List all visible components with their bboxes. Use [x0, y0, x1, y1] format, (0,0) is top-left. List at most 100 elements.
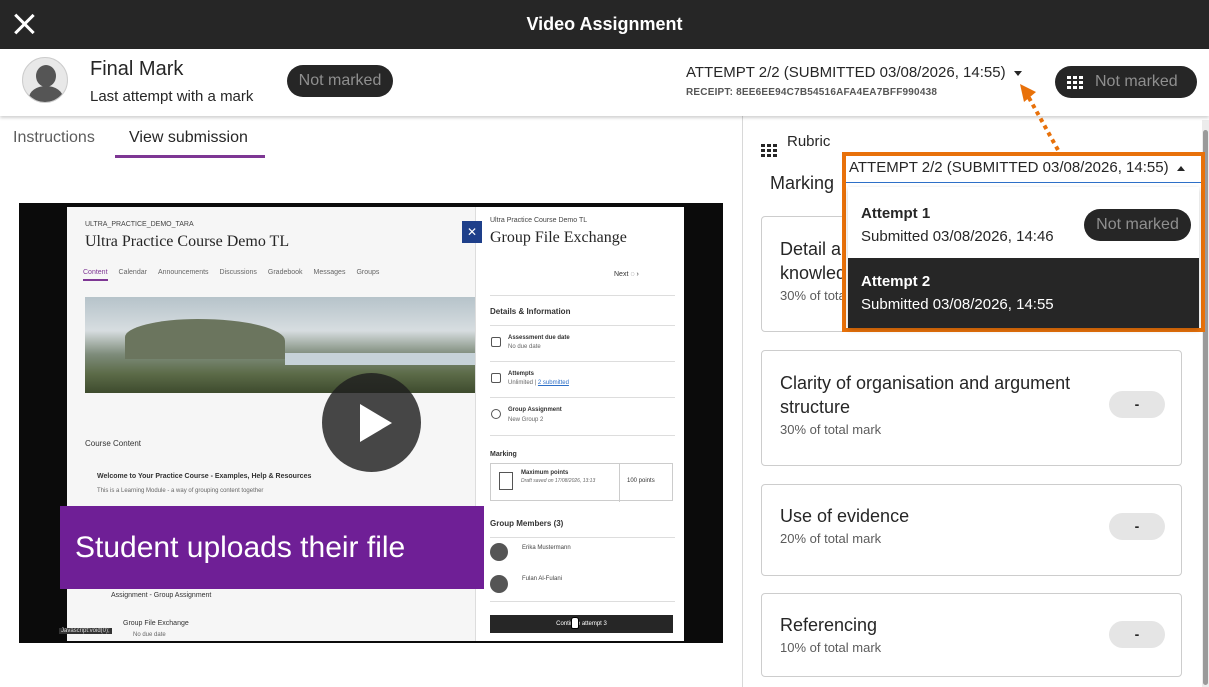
panel-marking-heading: Marking [490, 451, 517, 458]
attempt-option-title: Attempt 2 [861, 273, 931, 290]
criterion-name-line: Detail a [780, 239, 842, 259]
criterion-card[interactable]: Clarity of organisation and argument stru… [761, 350, 1182, 466]
criterion-name: Referencing [780, 615, 878, 635]
marking-heading: Marking [770, 173, 835, 193]
tab-instructions[interactable]: Instructions [13, 129, 95, 147]
video-welcome-item: Welcome to Your Practice Course - Exampl… [97, 473, 312, 480]
panel-max-points-label: Maximum points [521, 470, 569, 476]
rubric-grid-icon [761, 134, 777, 157]
video-file-exchange-item: Group File Exchange [123, 620, 189, 627]
video-course-title: Ultra Practice Course Demo TL [85, 233, 290, 250]
panel-divider [490, 435, 675, 436]
criterion-name: Clarity of organisation and argument stru… [780, 371, 1070, 419]
video-nav-item: Discussions [219, 269, 257, 276]
panel-divider [490, 397, 675, 398]
panel-divider [490, 325, 675, 326]
avatar-body [29, 86, 63, 102]
final-mark-status-badge: Not marked [287, 65, 393, 97]
panel-box-separator [619, 464, 620, 502]
annotation-arrow-icon [1020, 84, 1060, 151]
attempt-option-date: Submitted 03/08/2026, 14:46 [861, 228, 1054, 245]
grade-button[interactable]: Not marked [1055, 66, 1197, 98]
final-mark-title: Final Mark [90, 58, 184, 80]
panel-members-heading: Group Members (3) [490, 519, 564, 528]
final-mark-subtitle: Last attempt with a mark [90, 88, 254, 105]
panel-divider [490, 361, 675, 362]
rubric-link[interactable]: Rubric [787, 133, 830, 150]
criterion-card[interactable]: Use of evidence 20% of total mark - [761, 484, 1182, 576]
hand-cursor-icon [571, 617, 579, 629]
panel-attempts-label: Attempts [508, 371, 535, 377]
points-icon [499, 472, 513, 490]
panel-draft-note: Draft saved on 17/08/2026, 13:13 [521, 478, 596, 484]
video-nav-item: Announcements [157, 269, 209, 276]
panel-course-name: Ultra Practice Course Demo TL [490, 217, 588, 224]
criterion-weight: 20% of total mark [780, 531, 882, 546]
arrow-shaft [1026, 95, 1060, 151]
video-nav-item: Messages [313, 269, 346, 276]
panel-attempts-text: Unlimited | [508, 380, 537, 386]
video-welcome-sub: This is a Learning Module - a way of gro… [97, 488, 264, 494]
video-assignment-item: Assignment - Group Assignment [111, 592, 212, 599]
criterion-score[interactable]: - [1109, 513, 1165, 540]
attempt-option-1[interactable]: Attempt 1 Submitted 03/08/2026, 14:46 No… [848, 187, 1199, 258]
attempt-selector[interactable]: ATTEMPT 2/2 (SUBMITTED 03/08/2026, 14:55… [686, 64, 1022, 81]
attempt-dropdown: ATTEMPT 2/2 (SUBMITTED 03/08/2026, 14:55… [842, 152, 1205, 332]
video-course-nav: Content Calendar Announcements Discussio… [83, 269, 379, 281]
criterion-score[interactable]: - [1109, 621, 1165, 648]
video-player[interactable]: ULTRA_PRACTICE_DEMO_TARA Ultra Practice … [19, 203, 723, 643]
panel-next-label: Next [614, 271, 629, 278]
criterion-name: Detail a knowled [780, 237, 846, 285]
criterion-name-line: knowled [780, 263, 847, 283]
video-caption: Student uploads their file [60, 506, 484, 589]
panel-continue-button: Continue attempt 3 [490, 615, 673, 633]
panel-attempts-link: 2 submitted [537, 380, 569, 386]
panel-close-icon: ✕ [462, 221, 482, 243]
banner-hill [125, 319, 285, 359]
top-bar: Video Assignment [0, 0, 1209, 49]
rubric-grid [761, 144, 777, 157]
panel-divider [490, 537, 675, 538]
panel-divider [490, 295, 675, 296]
member-name: Erika Mustermann [522, 545, 571, 551]
criterion-score[interactable]: - [1109, 391, 1165, 418]
page-title: Video Assignment [526, 14, 683, 34]
attempt-selector-label: ATTEMPT 2/2 (SUBMITTED 03/08/2026, 14:55… [686, 64, 1006, 81]
video-details-panel: ✕ Ultra Practice Course Demo TL Group Fi… [462, 207, 684, 641]
criterion-name: Use of evidence [780, 506, 910, 526]
panel-group-value: New Group 2 [508, 417, 544, 423]
calendar-icon [491, 337, 501, 347]
criterion-weight: 10% of total mark [780, 640, 882, 655]
avatar-head [36, 65, 56, 87]
attempt-dropdown-selected: ATTEMPT 2/2 (SUBMITTED 03/08/2026, 14:55… [849, 159, 1169, 176]
video-nav-item: Groups [356, 269, 380, 276]
panel-due-label: Assessment due date [508, 335, 570, 341]
avatar [22, 57, 68, 103]
panel-max-points-box: Maximum points Draft saved on 17/08/2026… [490, 463, 673, 502]
panel-divider [490, 601, 675, 602]
checkbox-icon [491, 373, 501, 383]
banner-lake [285, 353, 485, 365]
tab-view-submission[interactable]: View submission [129, 129, 248, 147]
caret-up-icon [1176, 165, 1185, 171]
attempt-option-date: Submitted 03/08/2026, 14:55 [861, 296, 1054, 313]
attempt-dropdown-toggle[interactable]: ATTEMPT 2/2 (SUBMITTED 03/08/2026, 14:55… [846, 156, 1201, 183]
video-nav-item: Content [83, 269, 108, 281]
criterion-name-line: Clarity of organisation and argument [780, 373, 1071, 393]
attempt-status-badge: Not marked [1084, 209, 1191, 241]
panel-points: 100 points [627, 478, 655, 484]
member-avatar [490, 543, 508, 561]
course-banner-image [85, 297, 485, 393]
criterion-card[interactable]: Referencing 10% of total mark - [761, 593, 1182, 677]
panel-title: Group File Exchange [490, 229, 627, 246]
play-icon[interactable] [322, 373, 421, 472]
status-url-label: Javascript:void(0); [59, 628, 112, 634]
member-name: Fulan Al-Fulani [522, 576, 563, 582]
panel-due-value: No due date [508, 344, 541, 350]
panel-details-heading: Details & Information [490, 307, 571, 316]
attempt-option-2[interactable]: Attempt 2 Submitted 03/08/2026, 14:55 [848, 258, 1199, 328]
panel-next: Next ◌ › [614, 271, 639, 278]
video-nav-item: Calendar [118, 269, 147, 276]
video-course-code: ULTRA_PRACTICE_DEMO_TARA [85, 221, 194, 228]
attempt-option-title: Attempt 1 [861, 205, 931, 222]
